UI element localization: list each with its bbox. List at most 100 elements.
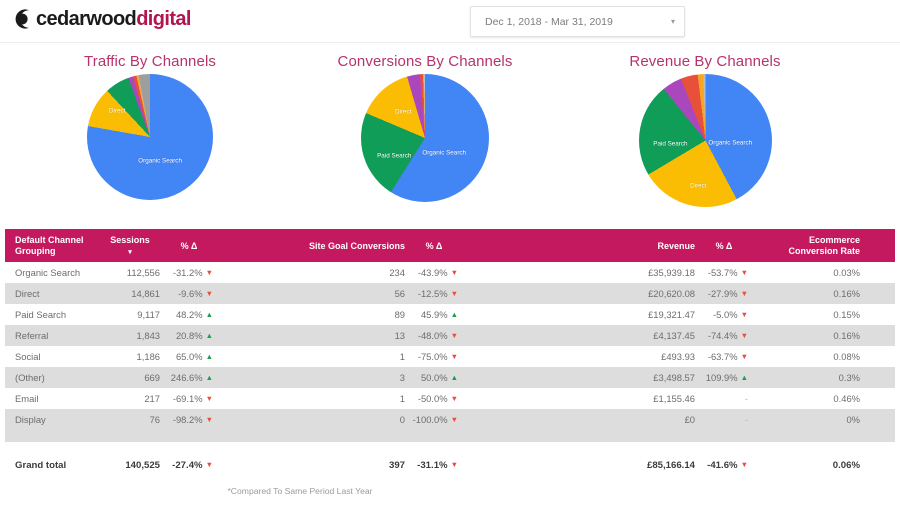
table-row[interactable]: Direct 14,861 -9.6% ▼ 56 -12.5% ▼ £20,620.08 -27… <box>5 283 895 304</box>
cell-ecommerce-conversion-rate: 0.16% <box>765 283 860 304</box>
column-header-sessions-delta[interactable]: % Δ <box>165 241 213 252</box>
cell-revenue: £20,620.08 <box>550 283 695 304</box>
cell-revenue: £19,321.47 <box>550 304 695 325</box>
table-row[interactable]: Paid Search 9,117 48.2% ▲ 89 45.9% ▲ £19,321.47… <box>5 304 895 325</box>
table-row[interactable]: (Other) 669 246.6% ▲ 3 50.0% ▲ £3,498.57 109.9% ▲… <box>5 367 895 388</box>
column-header-site-goal-conversions[interactable]: Site Goal Conversions <box>255 241 405 252</box>
cell-site-goal-conversions-value: 56 <box>394 288 405 299</box>
cell-sessions-delta-value: 20.8% <box>175 330 203 341</box>
pie-chart-revenue[interactable] <box>638 74 772 207</box>
column-header-ecommerce-conversion-rate[interactable]: Ecommerce Conversion Rate <box>757 235 860 257</box>
cedarwood-c-mark-icon <box>15 9 29 29</box>
column-header-sessions-label: Sessions <box>110 235 150 245</box>
cell-ecommerce-conversion-rate-value: 0.03% <box>833 267 860 278</box>
cell-sessions: 76 <box>100 409 160 430</box>
cell-revenue-delta-value: - <box>744 393 748 404</box>
arrow-up-icon: ▲ <box>205 330 213 340</box>
channels-table: Default Channel Grouping Sessions ▾ % Δ … <box>5 229 895 442</box>
cell-sessions-delta-value: 48.2% <box>175 309 203 320</box>
arrow-down-icon: ▼ <box>205 393 213 403</box>
cell-sessions-delta: -9.6% ▼ <box>165 283 213 304</box>
cell-site-goal-conversions: 3 <box>255 367 405 388</box>
chevron-down-icon[interactable]: ▾ <box>662 17 684 26</box>
cell-revenue-value: £0 <box>684 414 695 425</box>
cell-conversions-delta-value: -12.5% <box>417 288 448 299</box>
table-row[interactable]: Email 217 -69.1% ▼ 1 -50.0% ▼ £1,155.46-0.46% <box>5 388 895 409</box>
column-header-revenue[interactable]: Revenue <box>550 241 695 252</box>
cell-ecommerce-conversion-rate-value: 0.3% <box>838 372 860 383</box>
cell-ecommerce-conversion-rate: 0.3% <box>765 367 860 388</box>
grand-total-revenue-delta: -41.6% ▼ <box>700 455 748 475</box>
cell-site-goal-conversions-value: 3 <box>399 372 405 383</box>
cell-site-goal-conversions-value: 1 <box>399 393 405 404</box>
brand-name-accent: digital <box>136 8 191 30</box>
cell-site-goal-conversions: 1 <box>255 346 405 367</box>
cell-revenue-value: £4,137.45 <box>653 330 695 341</box>
cell-channel-value: Social <box>15 351 41 362</box>
table-row[interactable]: Referral 1,843 20.8% ▲ 13 -48.0% ▼ £4,137.45 -74… <box>5 325 895 346</box>
cell-sessions-value: 669 <box>144 372 160 383</box>
cell-revenue-delta-value: -74.4% <box>707 330 738 341</box>
arrow-up-icon: ▲ <box>740 372 748 382</box>
cell-sessions: 14,861 <box>100 283 160 304</box>
sort-descending-caret-icon[interactable]: ▾ <box>100 247 160 258</box>
arrow-down-icon: ▼ <box>450 460 458 470</box>
arrow-down-icon: ▼ <box>740 351 748 361</box>
cell-conversions-delta-value: 50.0% <box>420 372 448 383</box>
cell-revenue-value: £35,939.18 <box>648 267 695 278</box>
arrow-down-icon: ▼ <box>740 267 748 277</box>
cell-channel-value: (Other) <box>15 372 45 383</box>
cell-sessions-value: 14,861 <box>131 288 160 299</box>
cell-sessions-value: 1,843 <box>136 330 160 341</box>
cell-site-goal-conversions: 1 <box>255 388 405 409</box>
arrow-up-icon: ▲ <box>450 309 458 319</box>
cell-revenue: £4,137.45 <box>550 325 695 346</box>
column-header-sessions[interactable]: Sessions ▾ <box>100 235 160 258</box>
cell-revenue-value: £1,155.46 <box>653 393 695 404</box>
cell-revenue-delta: -63.7% ▼ <box>700 346 748 367</box>
pie-chart-conversions[interactable] <box>361 74 489 202</box>
cell-revenue-value: £3,498.57 <box>653 372 695 383</box>
app-header: cedarwooddigital Dec 1, 2018 - Mar 31, 2… <box>0 0 900 43</box>
arrow-down-icon: ▼ <box>205 288 213 298</box>
charts-row: Traffic By Channels Organic Search Direc… <box>0 43 900 229</box>
brand-wordmark: cedarwooddigital <box>36 6 191 32</box>
cell-conversions-delta-value: -100.0% <box>412 414 448 425</box>
cell-site-goal-conversions-value: 1 <box>399 351 405 362</box>
cell-sessions-delta: 20.8% ▲ <box>165 325 213 346</box>
cell-channel-value: Direct <box>15 288 40 299</box>
cell-conversions-delta-value: -50.0% <box>417 393 448 404</box>
cell-revenue-delta: -5.0% ▼ <box>700 304 748 325</box>
grand-total-conversions-delta-value: -31.1% <box>417 459 448 471</box>
column-header-conversions-delta[interactable]: % Δ <box>410 241 458 252</box>
date-range-selector[interactable]: Dec 1, 2018 - Mar 31, 2019 ▾ <box>470 6 685 37</box>
arrow-down-icon: ▼ <box>205 460 213 470</box>
chart-title: Traffic By Channels <box>84 53 216 70</box>
cell-revenue-delta: -53.7% ▼ <box>700 262 748 283</box>
cell-sessions-delta-value: -69.1% <box>172 393 203 404</box>
cell-sessions-value: 76 <box>149 414 160 425</box>
cell-revenue-delta: - <box>700 409 748 430</box>
column-header-revenue-delta[interactable]: % Δ <box>700 241 748 252</box>
arrow-down-icon: ▼ <box>205 414 213 424</box>
cell-revenue-delta: -74.4% ▼ <box>700 325 748 346</box>
table-footnote: *Compared To Same Period Last Year <box>227 486 373 496</box>
cell-channel-value: Organic Search <box>15 267 81 278</box>
cell-revenue: £35,939.18 <box>550 262 695 283</box>
cell-site-goal-conversions-value: 89 <box>394 309 405 320</box>
cell-ecommerce-conversion-rate: 0.46% <box>765 388 860 409</box>
chart-revenue-by-channels: Revenue By Channels Organic Search Paid … <box>555 43 855 229</box>
arrow-down-icon: ▼ <box>740 309 748 319</box>
date-range-value[interactable]: Dec 1, 2018 - Mar 31, 2019 <box>471 16 662 28</box>
table-row[interactable]: Social 1,186 65.0% ▲ 1 -75.0% ▼ £493.93 -63.7% ▼ 0… <box>5 346 895 367</box>
brand-logo[interactable]: cedarwooddigital <box>8 6 191 32</box>
table-row[interactable]: Organic Search 112,556 -31.2% ▼ 234 -43.9% ▼ £3… <box>5 262 895 283</box>
pie-chart-traffic[interactable] <box>87 74 213 200</box>
grand-total-conversions-delta: -31.1% ▼ <box>410 455 458 475</box>
table-row[interactable]: Display 76 -98.2% ▼ 0 -100.0% ▼ £0-0% <box>5 409 895 430</box>
arrow-down-icon: ▼ <box>740 288 748 298</box>
grand-total-sessions-delta-value: -27.4% <box>172 459 203 471</box>
column-header-default-channel-grouping[interactable]: Default Channel Grouping <box>15 235 100 257</box>
arrow-down-icon: ▼ <box>450 414 458 424</box>
cell-ecommerce-conversion-rate: 0.16% <box>765 325 860 346</box>
